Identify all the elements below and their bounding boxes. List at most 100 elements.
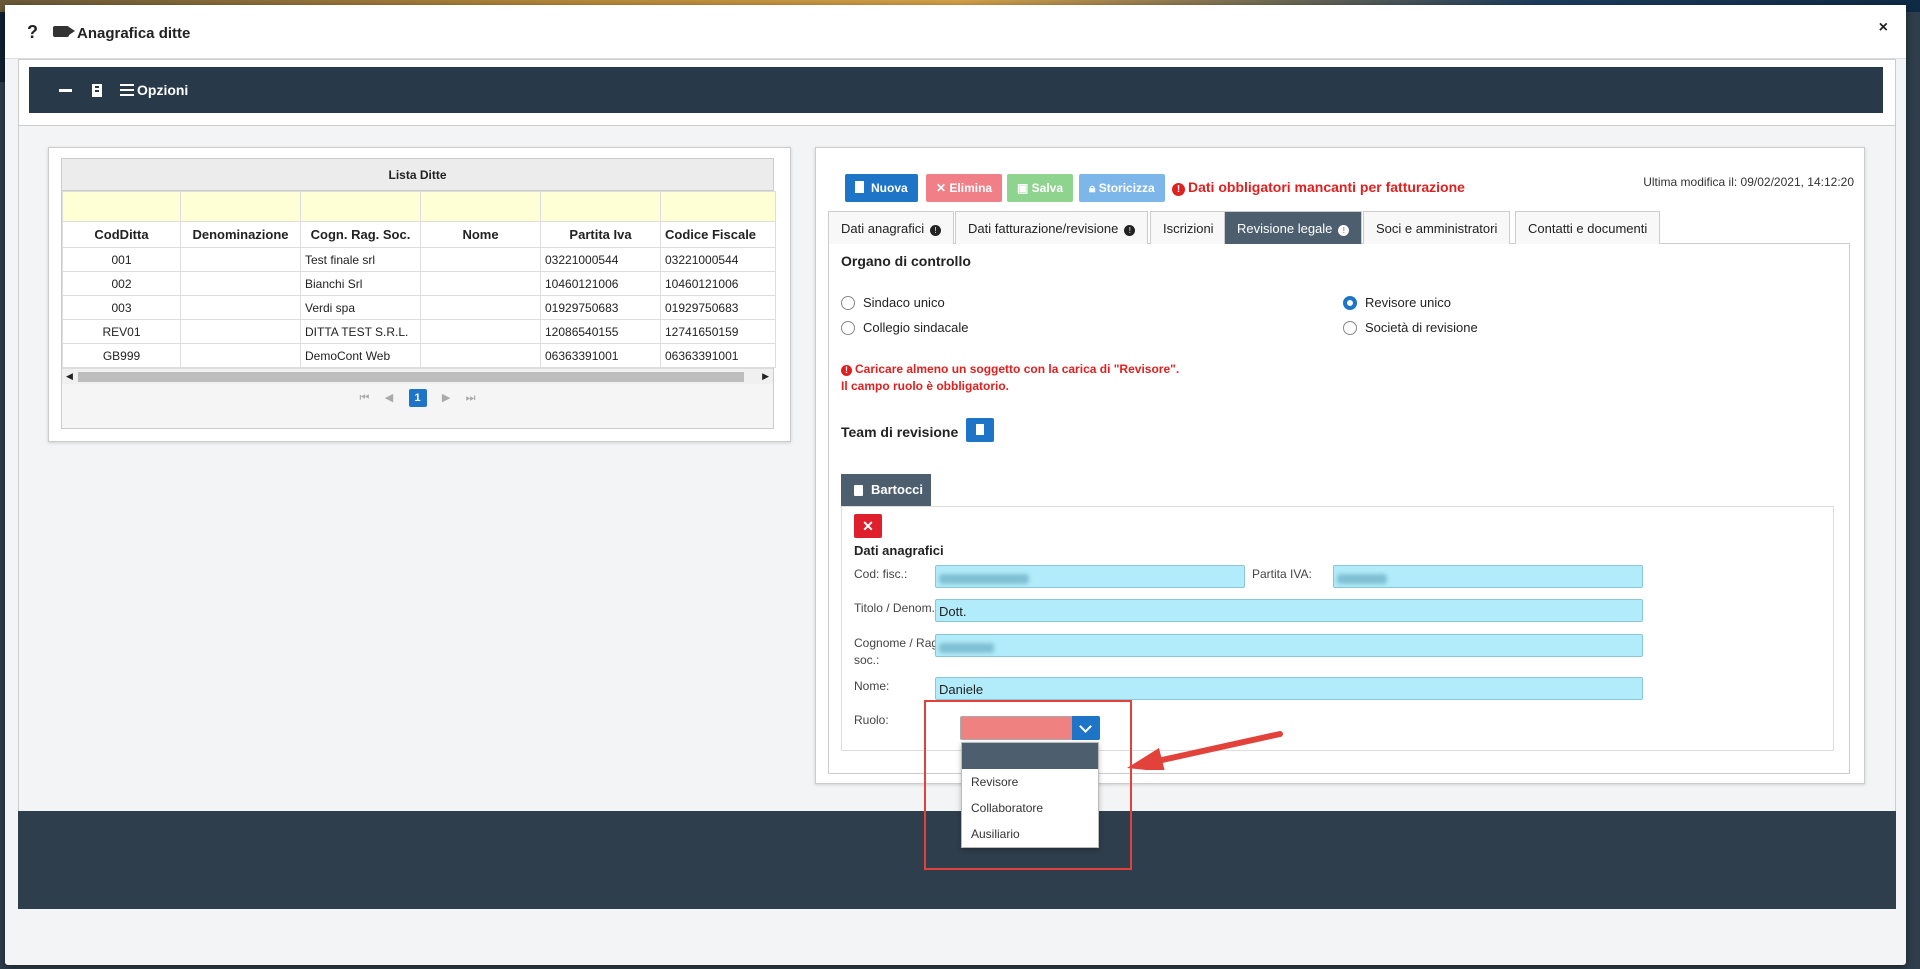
cell: [180, 295, 301, 320]
tab-label: Dati anagrafici: [841, 221, 925, 236]
help-icon[interactable]: ?: [27, 22, 38, 43]
redacted-value: [939, 642, 994, 653]
error-line: Caricare almeno un soggetto con la caric…: [855, 362, 1180, 376]
options-button[interactable]: Opzioni: [120, 82, 188, 98]
piva-field[interactable]: [1333, 565, 1643, 588]
organo-title: Organo di controllo: [841, 253, 971, 269]
new-button[interactable]: Nuova: [845, 174, 918, 202]
table-row[interactable]: REV01 DITTA TEST S.R.L. 12086540155 1274165…: [62, 319, 776, 344]
nome-label: Nome:: [854, 679, 890, 693]
radio-collegio-sindacale[interactable]: Collegio sindacale: [841, 320, 969, 335]
delete-button[interactable]: ✕ Elimina: [926, 174, 1003, 202]
cell: [420, 343, 541, 368]
member-tab-bartocci[interactable]: Bartocci: [841, 474, 931, 506]
cell: 12741650159: [660, 319, 776, 344]
cell: [420, 295, 541, 320]
options-label: Opzioni: [137, 82, 189, 98]
titolo-field[interactable]: Dott.: [935, 599, 1643, 622]
nome-field[interactable]: Daniele: [935, 677, 1643, 700]
tab-bar: Dati anagrafici! Dati fatturazione/revis…: [828, 211, 1850, 244]
delete-label: Elimina: [949, 181, 993, 195]
grid-caption: Lista Ditte: [62, 159, 773, 191]
prev-page-icon[interactable]: ◀: [385, 368, 393, 428]
tab-label: Iscrizioni: [1163, 221, 1214, 236]
video-camera-icon[interactable]: [53, 26, 75, 37]
piva-label: Partita IVA:: [1252, 567, 1312, 581]
cell: 01929750683: [540, 295, 661, 320]
filter-cell[interactable]: [420, 191, 541, 222]
team-title: Team di revisione: [841, 424, 959, 440]
collapse-icon[interactable]: [59, 89, 72, 92]
history-button[interactable]: 🔒︎ Storicizza: [1079, 174, 1165, 202]
cell: [180, 271, 301, 296]
tab-iscrizioni[interactable]: Iscrizioni: [1150, 211, 1227, 244]
tab-label: Soci e amministratori: [1376, 221, 1498, 236]
label-line: Cognome / Rag.: [854, 636, 942, 650]
cell: DemoCont Web: [300, 343, 421, 368]
tab-revisione-legale[interactable]: Revisione legale!: [1224, 211, 1363, 244]
highlight-box: [924, 700, 1132, 870]
filter-cell[interactable]: [540, 191, 661, 222]
col-header[interactable]: Codice Fiscale: [660, 221, 776, 248]
col-header[interactable]: Nome: [420, 221, 541, 248]
tab-dati-anagrafici[interactable]: Dati anagrafici!: [828, 211, 955, 244]
building-icon[interactable]: [92, 84, 102, 97]
ruolo-label: Ruolo:: [854, 713, 889, 727]
filter-cell[interactable]: [180, 191, 301, 222]
tab-soci-amministratori[interactable]: Soci e amministratori: [1363, 211, 1511, 244]
col-header[interactable]: CodDitta: [62, 221, 181, 248]
tab-contatti-documenti[interactable]: Contatti e documenti: [1515, 211, 1661, 244]
pager: ⏮ ◀ 1 ▶ ⏭: [62, 368, 773, 428]
cell: 001: [62, 247, 181, 272]
radio-label: Revisore unico: [1365, 295, 1451, 310]
radio-societa-revisione[interactable]: Società di revisione: [1343, 320, 1478, 335]
col-header[interactable]: Cogn. Rag. Soc.: [300, 221, 421, 248]
last-page-icon[interactable]: ⏭: [466, 368, 476, 428]
table-row[interactable]: 002 Bianchi Srl 10460121006 10460121006: [62, 271, 776, 296]
table-row[interactable]: 003 Verdi spa 01929750683 01929750683: [62, 295, 776, 320]
redacted-value: [939, 573, 1029, 584]
tab-dati-fatturazione[interactable]: Dati fatturazione/revisione!: [955, 211, 1149, 244]
current-page[interactable]: 1: [408, 389, 427, 407]
cell: 06363391001: [660, 343, 776, 368]
company-grid: Lista Ditte CodDitta Denominazione Cogn.…: [61, 158, 776, 429]
modal-header: ? Anagrafica ditte ×: [5, 5, 1906, 59]
add-team-member-button[interactable]: [966, 418, 994, 442]
cell: 10460121006: [660, 271, 776, 296]
table-row[interactable]: 001 Test finale srl 03221000544 03221000544: [62, 247, 776, 272]
header-row: CodDitta Denominazione Cogn. Rag. Soc. N…: [62, 221, 776, 248]
remove-member-button[interactable]: ✕: [854, 514, 882, 538]
modal-title: Anagrafica ditte: [77, 25, 191, 42]
save-button[interactable]: ▣ Salva: [1007, 174, 1074, 202]
radio-circle: [1343, 321, 1357, 335]
cell: Bianchi Srl: [300, 271, 421, 296]
col-header[interactable]: Denominazione: [180, 221, 301, 248]
radio-revisore-unico[interactable]: Revisore unico: [1343, 295, 1451, 310]
next-page-icon[interactable]: ▶: [442, 368, 450, 428]
new-label: Nuova: [871, 181, 908, 195]
table-row[interactable]: GB999 DemoCont Web 06363391001 06363391001: [62, 343, 776, 368]
filter-cell[interactable]: [62, 191, 181, 222]
member-section-title: Dati anagrafici: [854, 543, 944, 558]
first-page-icon[interactable]: ⏮: [359, 368, 369, 428]
cognome-field[interactable]: [935, 634, 1643, 657]
company-list-panel: Lista Ditte CodDitta Denominazione Cogn.…: [48, 147, 791, 442]
cod-fisc-field[interactable]: [935, 565, 1245, 588]
cell: 03221000544: [660, 247, 776, 272]
error-line: Il campo ruolo è obbligatorio.: [841, 379, 1010, 393]
close-icon[interactable]: ×: [1879, 19, 1888, 37]
radio-label: Società di revisione: [1365, 320, 1478, 335]
radio-sindaco-unico[interactable]: Sindaco unico: [841, 295, 945, 310]
warning-text: Dati obbligatori mancanti per fatturazio…: [1188, 179, 1465, 195]
company-table: CodDitta Denominazione Cogn. Rag. Soc. N…: [62, 191, 776, 368]
cell: 01929750683: [660, 295, 776, 320]
label-line: soc.:: [854, 653, 880, 667]
filter-cell[interactable]: [300, 191, 421, 222]
exclamation-icon: !: [1172, 183, 1185, 196]
cell: 10460121006: [540, 271, 661, 296]
col-header[interactable]: Partita Iva: [540, 221, 661, 248]
filter-cell[interactable]: [660, 191, 776, 222]
cell: Verdi spa: [300, 295, 421, 320]
cell: [180, 343, 301, 368]
cell: REV01: [62, 319, 181, 344]
